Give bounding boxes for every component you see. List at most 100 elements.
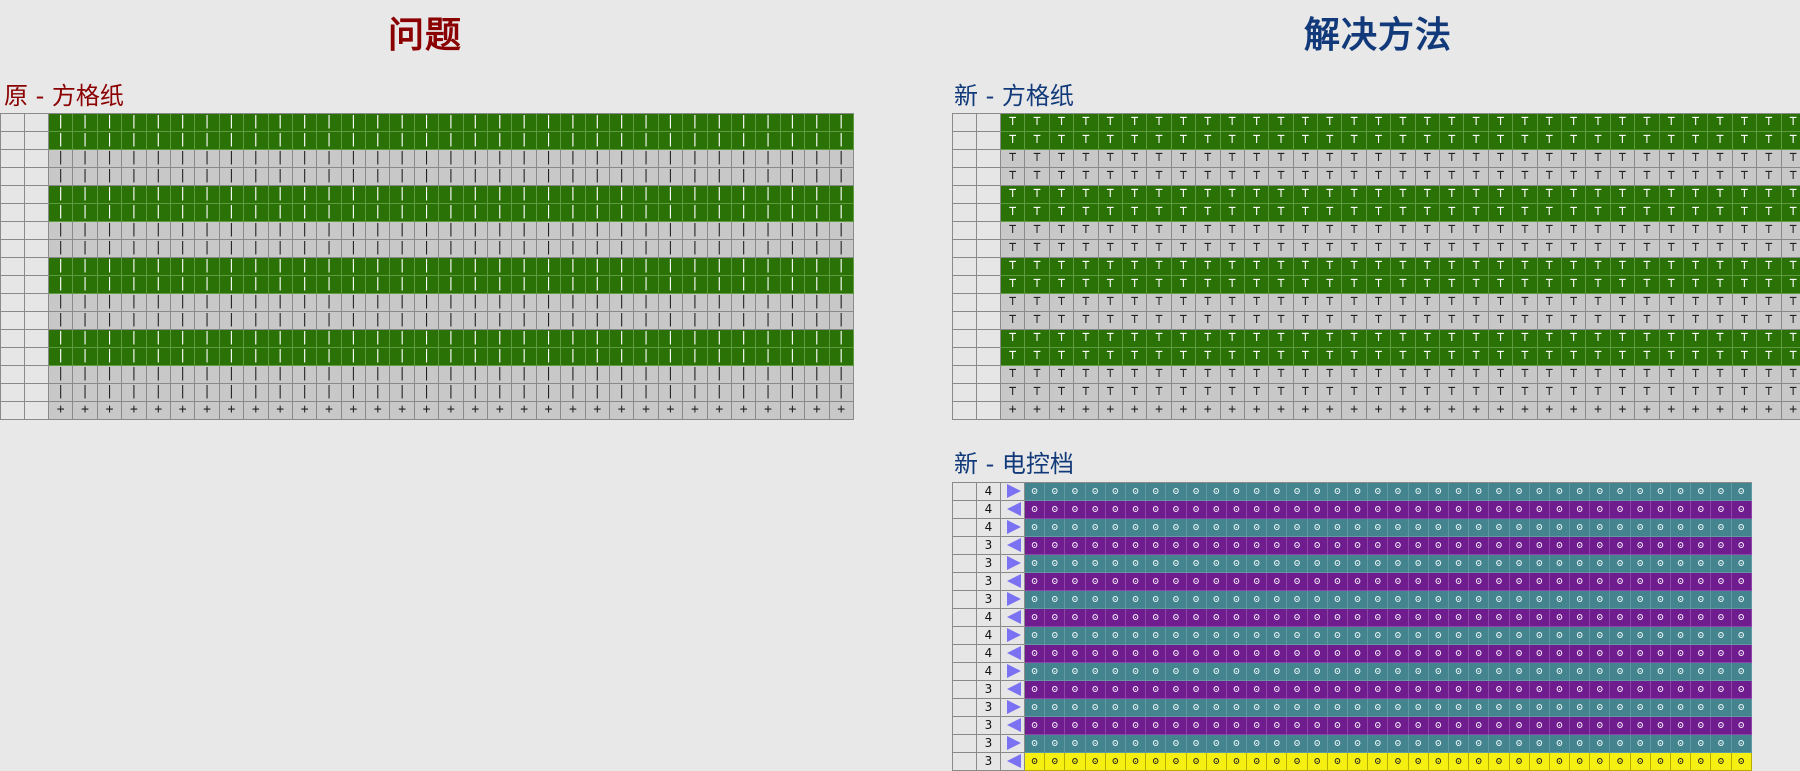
stitch-cell[interactable]: | [415,294,439,312]
stitch-cell[interactable]: | [366,348,390,366]
stitch-cell[interactable]: + [293,402,317,420]
control-stitch-cell[interactable]: ʘ [1187,609,1207,627]
stitch-cell[interactable]: ⊤ [1684,276,1708,294]
control-stitch-cell[interactable]: ʘ [1631,537,1651,555]
stitch-cell[interactable]: | [147,168,171,186]
control-stitch-cell[interactable]: ʘ [1449,555,1469,573]
stitch-cell[interactable]: | [73,366,97,384]
control-stitch-cell[interactable]: ʘ [1711,717,1731,735]
stitch-cell[interactable]: ⊤ [1782,312,1800,330]
stitch-cell[interactable]: | [244,222,268,240]
control-stitch-cell[interactable]: ʘ [1086,519,1106,537]
control-stitch-cell[interactable]: ʘ [1429,573,1449,591]
control-stitch-cell[interactable]: ʘ [1671,591,1691,609]
stitch-cell[interactable]: + [512,402,536,420]
stitch-cell[interactable]: ⊤ [1099,150,1123,168]
stitch-cell[interactable]: ⊤ [1708,312,1732,330]
stitch-cell[interactable]: ⊤ [1391,258,1415,276]
stitch-cell[interactable]: | [805,294,829,312]
stitch-cell[interactable]: | [708,258,732,276]
stitch-cell[interactable]: | [634,132,658,150]
stitch-cell[interactable]: ⊤ [1367,240,1391,258]
stitch-cell[interactable]: + [415,402,439,420]
stitch-cell[interactable]: ⊤ [1269,348,1293,366]
stitch-cell[interactable]: | [805,204,829,222]
control-stitch-cell[interactable]: ʘ [1610,519,1630,537]
stitch-cell[interactable]: ⊤ [1025,348,1049,366]
direction-arrow-cell[interactable] [1001,537,1025,555]
stitch-cell[interactable]: | [244,384,268,402]
control-stitch-cell[interactable]: ʘ [1671,699,1691,717]
stitch-cell[interactable]: ⊤ [1245,186,1269,204]
stitch-cell[interactable]: ⊤ [1245,222,1269,240]
control-stitch-cell[interactable]: ʘ [1065,681,1085,699]
control-stitch-cell[interactable]: ʘ [1732,663,1752,681]
control-stitch-cell[interactable]: ʘ [1671,645,1691,663]
stitch-cell[interactable]: | [659,330,683,348]
stitch-cell[interactable]: ⊤ [1586,330,1610,348]
control-stitch-cell[interactable]: ʘ [1086,537,1106,555]
stitch-cell[interactable]: ⊤ [1099,132,1123,150]
control-stitch-cell[interactable]: ʘ [1671,753,1691,771]
stitch-cell[interactable]: ⊤ [1196,186,1220,204]
stitch-cell[interactable]: + [147,402,171,420]
stitch-cell[interactable]: ⊤ [1025,384,1049,402]
control-stitch-cell[interactable]: ʘ [1287,663,1307,681]
control-stitch-cell[interactable]: ʘ [1065,753,1085,771]
control-stitch-cell[interactable]: ʘ [1651,645,1671,663]
stitch-cell[interactable]: ⊤ [1245,204,1269,222]
stitch-cell[interactable]: ⊤ [1050,294,1074,312]
direction-arrow-cell[interactable] [1001,483,1025,501]
stitch-cell[interactable]: | [147,258,171,276]
control-stitch-cell[interactable]: ʘ [1308,609,1328,627]
control-stitch-cell[interactable]: ʘ [1732,681,1752,699]
stitch-cell[interactable]: | [122,222,146,240]
stitch-cell[interactable]: | [293,258,317,276]
stitch-cell[interactable]: ⊤ [1635,150,1659,168]
stitch-cell[interactable]: ⊤ [1440,330,1464,348]
control-stitch-cell[interactable]: ʘ [1287,555,1307,573]
control-stitch-cell[interactable]: ʘ [1449,699,1469,717]
stitch-cell[interactable]: ⊤ [1269,312,1293,330]
control-stitch-cell[interactable]: ʘ [1368,519,1388,537]
control-stitch-cell[interactable]: ʘ [1187,717,1207,735]
stitch-cell[interactable]: ⊤ [1708,240,1732,258]
control-stitch-cell[interactable]: ʘ [1489,537,1509,555]
stitch-cell[interactable]: | [171,168,195,186]
stitch-cell[interactable]: | [171,348,195,366]
control-stitch-cell[interactable]: ʘ [1631,573,1651,591]
control-stitch-cell[interactable]: ʘ [1308,501,1328,519]
stitch-cell[interactable]: ⊤ [1733,276,1757,294]
control-stitch-cell[interactable]: ʘ [1570,735,1590,753]
stitch-cell[interactable]: | [464,222,488,240]
stitch-cell[interactable]: | [342,276,366,294]
stitch-cell[interactable]: ⊤ [1416,204,1440,222]
control-stitch-cell[interactable]: ʘ [1409,717,1429,735]
control-stitch-cell[interactable]: ʘ [1530,591,1550,609]
control-stitch-cell[interactable]: ʘ [1146,681,1166,699]
direction-arrow-cell[interactable] [1001,645,1025,663]
stitch-cell[interactable]: ⊤ [1611,384,1635,402]
stitch-cell[interactable]: | [195,150,219,168]
direction-arrow-cell[interactable] [1001,753,1025,771]
stitch-cell[interactable]: ⊤ [1416,348,1440,366]
stitch-cell[interactable]: ⊤ [1025,132,1049,150]
control-stitch-cell[interactable]: ʘ [1510,681,1530,699]
control-stitch-cell[interactable]: ʘ [1489,609,1509,627]
stitch-cell[interactable]: ⊤ [1757,132,1781,150]
stitch-cell[interactable]: ⊤ [1660,366,1684,384]
control-stitch-cell[interactable]: ʘ [1469,609,1489,627]
stitch-cell[interactable]: | [732,186,756,204]
stitch-cell[interactable]: | [464,204,488,222]
stitch-cell[interactable]: | [512,114,536,132]
control-stitch-cell[interactable]: ʘ [1187,501,1207,519]
stitch-cell[interactable]: | [73,222,97,240]
stitch-cell[interactable]: ⊤ [1001,168,1025,186]
control-stitch-cell[interactable]: ʘ [1449,537,1469,555]
control-stitch-cell[interactable]: ʘ [1429,663,1449,681]
stitch-cell[interactable]: | [708,294,732,312]
stitch-cell[interactable]: + [1416,402,1440,420]
stitch-cell[interactable]: ⊤ [1391,168,1415,186]
stitch-cell[interactable]: ⊤ [1660,258,1684,276]
stitch-cell[interactable]: ⊤ [1147,348,1171,366]
